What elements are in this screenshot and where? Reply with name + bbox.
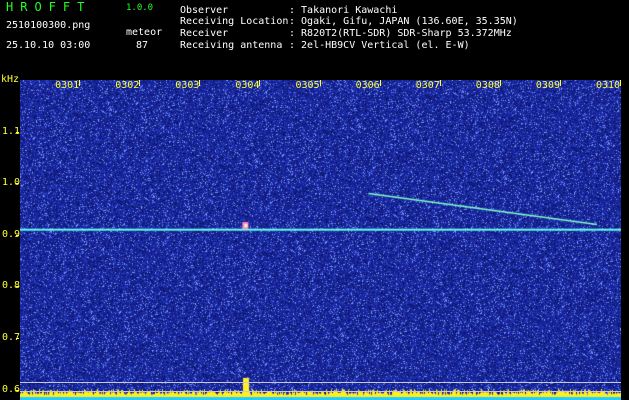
x-tick-label: 0310 <box>596 80 621 91</box>
mode-label: meteor <box>126 27 163 38</box>
receiver-key: Receiver <box>180 28 229 39</box>
file-name: 2510100300.png <box>6 20 91 31</box>
x-tick-mark <box>319 80 321 86</box>
location-key: Receiving Location <box>180 16 289 27</box>
y-tick-mark <box>16 234 19 236</box>
observer-key: Observer <box>180 5 229 16</box>
x-tick-mark <box>439 80 441 86</box>
x-tick-mark <box>79 80 81 86</box>
x-tick-label: 0307 <box>415 80 440 91</box>
x-tick-mark <box>259 80 261 86</box>
location-value: : Ogaki, Gifu, JAPAN (136.60E, 35.35N) <box>289 16 518 27</box>
x-tick-label: 0309 <box>535 80 560 91</box>
datetime: 25.10.10 03:00 <box>6 40 91 51</box>
x-tick-label: 0301 <box>55 80 80 91</box>
x-tick-label: 0304 <box>235 80 260 91</box>
x-tick-mark <box>620 80 621 86</box>
observer-value: : Takanori Kawachi <box>289 5 398 16</box>
x-tick-label: 0302 <box>115 80 140 91</box>
receiver-value: : R820T2(RTL-SDR) SDR-Sharp 53.372MHz <box>289 28 512 39</box>
antenna-value: : 2el-HB9CV Vertical (el. E-W) <box>289 40 470 51</box>
y-tick-mark <box>16 183 19 185</box>
x-tick-mark <box>379 80 381 86</box>
app-title: HROFFT <box>6 0 92 14</box>
x-tick-mark <box>139 80 141 86</box>
spectrogram-plot <box>20 80 621 400</box>
detection-count: 87 <box>136 40 149 51</box>
reference-line <box>20 390 621 392</box>
x-tick-mark <box>199 80 201 86</box>
x-tick-mark <box>499 80 501 86</box>
y-tick-mark <box>16 338 19 340</box>
y-tick-mark <box>16 131 19 133</box>
antenna-key: Receiving antenna <box>180 40 283 51</box>
y-unit-label: kHz <box>1 74 20 85</box>
x-tick-label: 0306 <box>355 80 380 91</box>
app-version: 1.0.0 <box>126 3 154 13</box>
x-tick-label: 0308 <box>475 80 500 91</box>
y-tick-mark <box>16 286 19 288</box>
x-tick-label: 0303 <box>175 80 200 91</box>
x-tick-mark <box>559 80 561 86</box>
x-tick-label: 0305 <box>295 80 320 91</box>
reference-line <box>20 381 621 383</box>
y-tick-mark <box>16 389 19 391</box>
